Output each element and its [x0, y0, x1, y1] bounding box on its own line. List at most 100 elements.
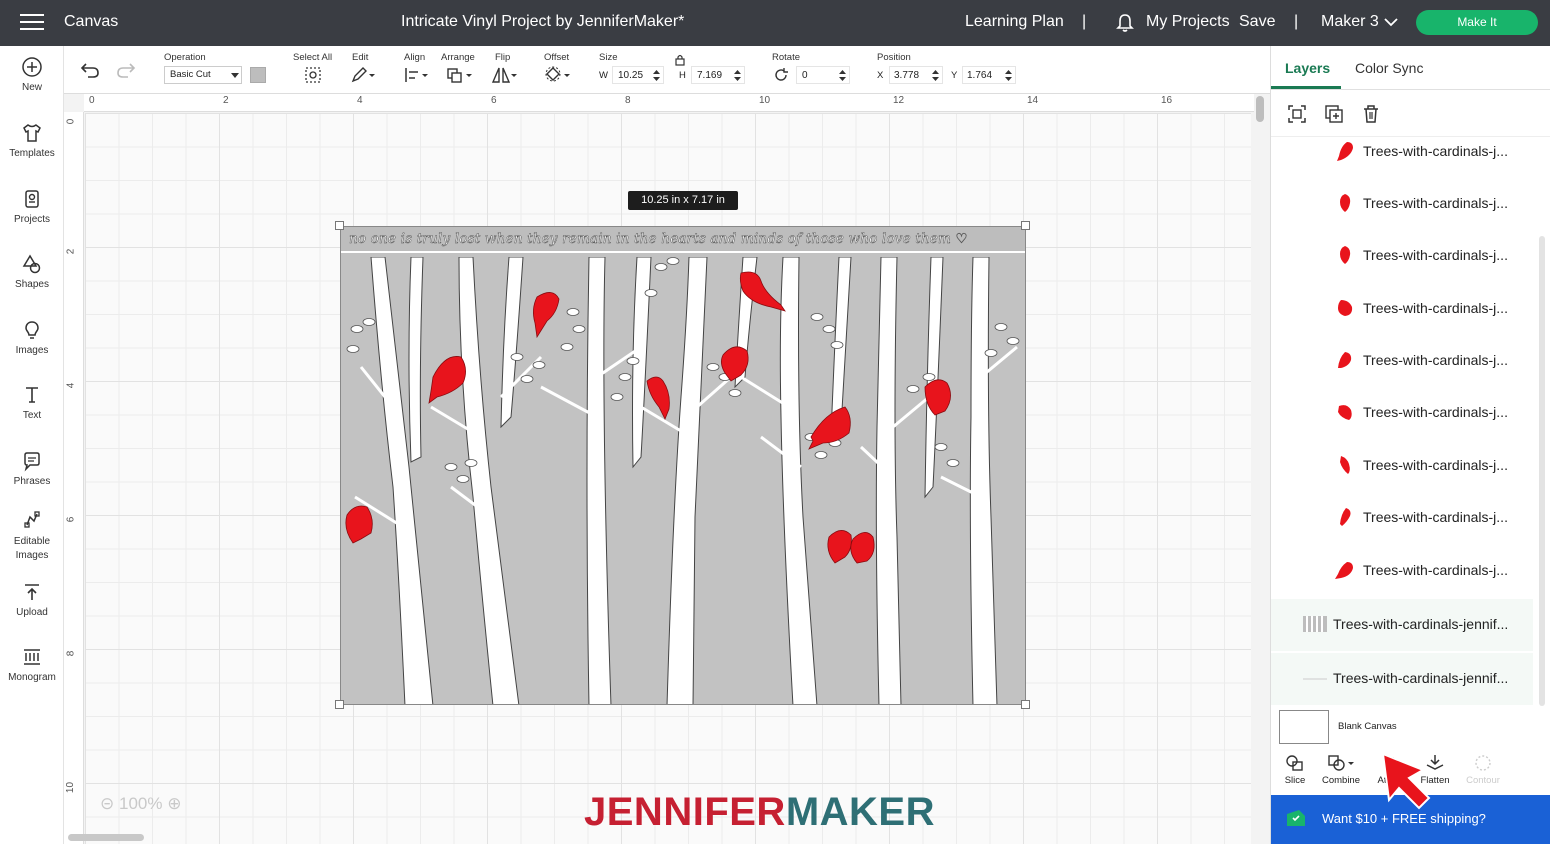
layer-row[interactable]: Trees-with-cardinals-j... — [1271, 440, 1533, 492]
layer-row[interactable]: Trees-with-cardinals-j... — [1271, 492, 1533, 544]
group-icon[interactable] — [1287, 104, 1307, 124]
undo-icon[interactable] — [80, 62, 100, 78]
contour-button[interactable]: Contour — [1461, 754, 1505, 786]
layer-name: Trees-with-cardinals-jennif... — [1333, 670, 1509, 686]
chevron-down-icon[interactable] — [1384, 17, 1398, 27]
sidebar-item-phrases[interactable]: Phrases — [0, 450, 64, 487]
my-projects-link[interactable]: My Projects — [1146, 13, 1230, 31]
offset-icon[interactable] — [544, 66, 572, 84]
stepper-icon[interactable] — [839, 70, 846, 81]
layer-row[interactable]: Trees-with-cardinals-j... — [1271, 230, 1533, 282]
layer-group-row[interactable]: Trees-with-cardinals-jennif... — [1271, 653, 1533, 705]
vertical-scrollbar[interactable] — [1256, 96, 1264, 122]
stepper-icon[interactable] — [932, 70, 939, 81]
brand-part-b: MAKER — [785, 790, 935, 834]
bell-icon[interactable] — [1116, 13, 1134, 33]
color-swatch[interactable] — [250, 67, 266, 83]
redo-icon[interactable] — [116, 62, 136, 78]
slice-button[interactable]: Slice — [1273, 754, 1317, 786]
design-canvas[interactable]: 0 2 4 6 8 10 12 14 16 0 2 4 6 8 10 10.25… — [64, 94, 1270, 844]
tree-cardinal-design[interactable]: no one is truly lost when they remain in… — [340, 226, 1026, 705]
ruler-tick: 6 — [491, 95, 497, 106]
resize-handle[interactable] — [335, 700, 344, 709]
align-icon[interactable] — [404, 66, 430, 84]
resize-handle[interactable] — [1021, 221, 1030, 230]
sidebar-item-text[interactable]: Text — [0, 384, 64, 421]
arrange-icon[interactable] — [446, 66, 474, 84]
ruler-left: 0 2 4 6 8 10 — [64, 112, 84, 844]
sidebar-item-templates[interactable]: Templates — [0, 122, 64, 159]
lock-icon[interactable] — [675, 54, 685, 66]
slice-icon — [1286, 755, 1303, 771]
caret-down-icon — [231, 73, 239, 78]
rotate-value: 0 — [802, 70, 808, 81]
rotate-input[interactable]: 0 — [796, 66, 850, 84]
tab-layers[interactable]: Layers — [1285, 60, 1330, 76]
speech-bubble-icon — [24, 452, 40, 472]
cardinal-thumbnail-icon — [1337, 142, 1353, 161]
layer-row[interactable]: Trees-with-cardinals-j... — [1271, 387, 1533, 439]
width-input[interactable]: 10.25 — [612, 66, 664, 84]
sidebar-item-images[interactable]: Images — [0, 319, 64, 356]
zoom-out-icon[interactable]: ⊝ — [100, 794, 114, 813]
quote-text[interactable]: no one is truly lost when they remain in… — [349, 231, 968, 248]
blank-canvas-thumbnail[interactable] — [1279, 710, 1329, 744]
rotate-label: Rotate — [772, 52, 800, 63]
combine-button[interactable]: Combine — [1319, 754, 1363, 786]
text-icon — [26, 387, 38, 403]
cardinal-thumbnail-icon — [1340, 456, 1350, 474]
trash-icon[interactable] — [1361, 104, 1381, 124]
layer-row[interactable]: Trees-with-cardinals-j... — [1271, 178, 1533, 230]
project-title[interactable]: Intricate Vinyl Project by JenniferMaker… — [401, 13, 684, 31]
layers-scrollbar[interactable] — [1539, 236, 1545, 706]
layer-row[interactable]: Trees-with-cardinals-j... — [1271, 126, 1533, 178]
cardinal-thumbnail-icon — [1338, 405, 1352, 420]
height-input[interactable]: 7.169 — [691, 66, 745, 84]
save-button[interactable]: Save — [1239, 13, 1275, 31]
machine-select[interactable]: Maker 3 — [1321, 13, 1379, 31]
tab-color-sync[interactable]: Color Sync — [1355, 60, 1423, 76]
stepper-icon[interactable] — [653, 70, 660, 81]
learning-plan-link[interactable]: Learning Plan — [965, 13, 1064, 31]
layer-row[interactable]: Trees-with-cardinals-j... — [1271, 283, 1533, 335]
resize-handle[interactable] — [1021, 700, 1030, 709]
select-all-icon[interactable] — [304, 66, 322, 84]
operation-select[interactable]: Basic Cut — [164, 66, 242, 84]
contour-icon — [1475, 755, 1491, 771]
x-input[interactable]: 3.778 — [889, 66, 943, 84]
sidebar-item-upload[interactable]: Upload — [0, 581, 64, 618]
stepper-icon[interactable] — [1005, 70, 1012, 81]
top-bar: Canvas Intricate Vinyl Project by Jennif… — [0, 0, 1550, 46]
align-label: Align — [404, 52, 426, 63]
ruler-tick: 8 — [65, 650, 77, 657]
layer-name: Trees-with-cardinals-jennif... — [1333, 616, 1509, 632]
zoom-in-icon[interactable]: ⊕ — [167, 794, 181, 813]
make-it-button[interactable]: Make It — [1416, 10, 1538, 35]
stepper-icon[interactable] — [734, 70, 741, 81]
resize-handle[interactable] — [335, 221, 344, 230]
sidebar-item-monogram[interactable]: Monogram — [0, 646, 64, 683]
sidebar-item-projects[interactable]: Projects — [0, 188, 64, 225]
coupon-icon — [1287, 810, 1305, 826]
zoom-control[interactable]: ⊝ 100% ⊕ — [100, 794, 181, 814]
sidebar-item-editable-images[interactable]: Editable Images — [0, 509, 64, 563]
projects-icon — [25, 190, 39, 208]
y-input[interactable]: 1.764 — [962, 66, 1016, 84]
sidebar-item-label: New — [21, 82, 42, 93]
layer-row[interactable]: Trees-with-cardinals-j... — [1271, 335, 1533, 387]
contour-label: Contour — [1466, 775, 1500, 786]
hamburger-menu-icon[interactable] — [20, 14, 44, 32]
layer-row[interactable]: Trees-with-cardinals-j... — [1271, 545, 1533, 597]
ruler-tick: 4 — [357, 95, 363, 106]
layer-group-row[interactable]: Trees-with-cardinals-jennif... — [1271, 599, 1533, 651]
select-all-label: Select All — [293, 52, 333, 63]
duplicate-icon[interactable] — [1324, 104, 1344, 124]
layer-name: Trees-with-cardinals-j... — [1363, 300, 1508, 316]
horizontal-scrollbar[interactable] — [68, 834, 144, 841]
layer-name: Trees-with-cardinals-j... — [1363, 195, 1508, 211]
sidebar-item-shapes[interactable]: Shapes — [0, 253, 64, 290]
sidebar-item-new[interactable]: New — [0, 56, 64, 93]
offset-label: Offset — [544, 52, 570, 63]
pen-icon[interactable] — [350, 66, 376, 84]
flip-icon[interactable] — [491, 66, 519, 84]
